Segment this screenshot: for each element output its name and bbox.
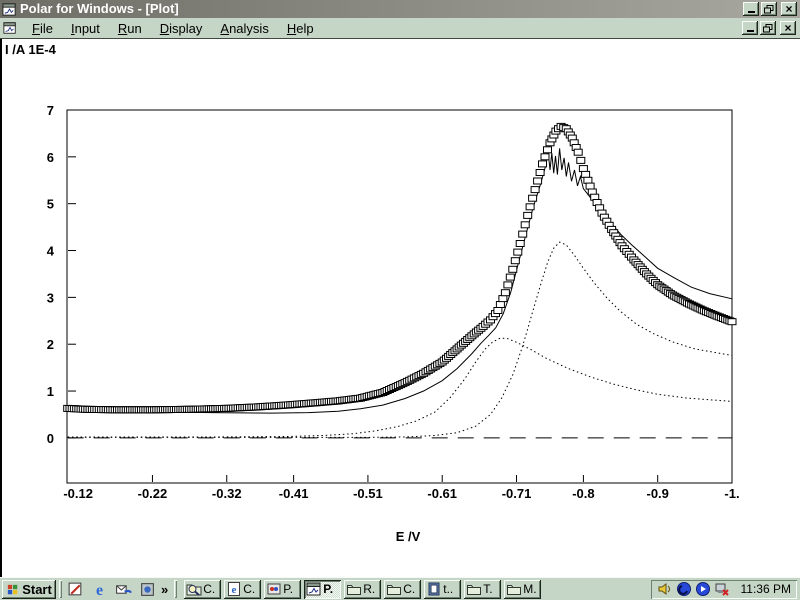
y-tick-label: 0 <box>47 431 54 446</box>
document-minimize-button[interactable] <box>742 21 758 35</box>
task-button-label: C. <box>403 582 415 596</box>
x-tick-label: -1. <box>724 486 739 501</box>
quick-launch-bar: e <box>67 581 156 598</box>
menu-bar: FileInputRunDisplayAnalysisHelp × <box>0 18 800 39</box>
internet-explorer-icon[interactable]: e <box>91 581 108 598</box>
y-tick-label: 1 <box>47 384 54 399</box>
y-tick-label: 2 <box>47 337 54 352</box>
x-tick-label: -0.22 <box>138 486 168 501</box>
series-experimental-points <box>64 123 736 412</box>
media-app-icon[interactable] <box>139 581 156 598</box>
volume-icon[interactable] <box>657 581 673 597</box>
restore-button[interactable] <box>761 2 777 16</box>
y-tick-label: 6 <box>47 150 54 165</box>
taskbar-grip[interactable] <box>59 580 62 598</box>
document-restore-button[interactable] <box>760 21 776 35</box>
task-button-1[interactable]: C. <box>184 580 221 599</box>
system-tray: 11:36 PM <box>651 580 797 599</box>
player-app-1-icon[interactable] <box>676 581 692 597</box>
tray-icons <box>657 581 733 597</box>
y-tick-label: 7 <box>47 103 54 118</box>
task-button-7[interactable]: t.. <box>424 580 461 599</box>
menu-item-display[interactable]: Display <box>151 19 212 38</box>
task-button-4[interactable]: P. <box>304 580 341 599</box>
task-button-label: T. <box>483 582 492 596</box>
menu-item-file[interactable]: File <box>23 19 62 38</box>
y-tick-label: 5 <box>47 197 54 212</box>
task-button-label: C. <box>203 582 215 596</box>
polar-app-icon <box>306 581 322 597</box>
x-axis-label: E /V <box>368 529 448 544</box>
show-desktop-icon[interactable] <box>67 581 84 598</box>
menu-item-run[interactable]: Run <box>109 19 151 38</box>
y-tick-label: 4 <box>47 244 55 259</box>
taskbar: Start e » C. e C. P. P. R. C. t.. T. M. 11:36 PM <box>0 577 800 600</box>
paint-app-icon <box>266 581 282 597</box>
menu-item-help[interactable]: Help <box>278 19 323 38</box>
document-close-button[interactable]: × <box>780 21 796 35</box>
task-button-label: P. <box>283 582 293 596</box>
task-button-label: t.. <box>443 582 453 596</box>
x-tick-label: -0.9 <box>646 486 668 501</box>
y-axis-unit-label: I /A 1E-4 <box>5 42 56 57</box>
x-tick-label: -0.71 <box>502 486 532 501</box>
folder-icon <box>506 581 522 597</box>
task-button-6[interactable]: C. <box>384 580 421 599</box>
x-tick-label: -0.32 <box>212 486 242 501</box>
task-button-2[interactable]: e C. <box>224 580 261 599</box>
search-folder-icon <box>186 581 202 597</box>
task-button-label: C. <box>243 582 255 596</box>
ie-document-icon: e <box>226 581 242 597</box>
svg-text:e: e <box>232 584 237 596</box>
series-fitted-curve <box>68 148 732 413</box>
x-tick-label: -0.12 <box>63 486 93 501</box>
close-button[interactable]: × <box>781 2 797 16</box>
menu-item-input[interactable]: Input <box>62 19 109 38</box>
task-button-label: P. <box>323 582 333 596</box>
folder-icon <box>386 581 402 597</box>
document-window-controls: × <box>740 21 796 35</box>
minimize-icon <box>748 11 755 13</box>
document-menu-icon[interactable] <box>3 21 17 35</box>
task-button-label: R. <box>363 582 375 596</box>
plot-client-area: 0 1 2 3 4 5 6 7 -0.12 -0.22 -0.32 -0.41 -0.51 -0.61 -0… <box>0 39 800 577</box>
task-button-label: M. <box>523 582 536 596</box>
player-app-2-icon[interactable] <box>695 581 711 597</box>
y-tick-label: 3 <box>47 290 54 305</box>
plot-frame <box>67 110 732 483</box>
svg-text:e: e <box>96 581 103 597</box>
network-error-icon[interactable] <box>714 581 730 597</box>
taskbar-clock: 11:36 PM <box>741 582 791 596</box>
start-button[interactable]: Start <box>2 580 56 599</box>
task-button-9[interactable]: M. <box>504 580 541 599</box>
title-bar: Polar for Windows - [Plot] × <box>0 0 800 18</box>
task-button-strip: C. e C. P. P. R. C. t.. T. M. <box>184 580 541 599</box>
x-tick-label: -0.51 <box>353 486 383 501</box>
window-controls: × <box>741 2 797 16</box>
menu-item-analysis[interactable]: Analysis <box>211 19 277 38</box>
taskbar-grip[interactable] <box>174 580 177 598</box>
plot-canvas: 0 1 2 3 4 5 6 7 -0.12 -0.22 -0.32 -0.41 -0.51 -0.61 -0… <box>0 39 800 577</box>
task-button-5[interactable]: R. <box>344 580 381 599</box>
folder-icon <box>466 581 482 597</box>
task-button-3[interactable]: P. <box>264 580 301 599</box>
quick-launch-overflow-chevron[interactable]: » <box>158 582 171 597</box>
x-tick-label: -0.41 <box>279 486 309 501</box>
windows-flag-icon <box>6 583 20 595</box>
notepad-icon <box>426 581 442 597</box>
minimize-icon <box>747 30 754 32</box>
x-tick-label: -0.61 <box>427 486 457 501</box>
polar-app-icon <box>2 2 17 17</box>
window-title: Polar for Windows - [Plot] <box>20 0 179 18</box>
restore-icon <box>764 5 774 14</box>
outlook-express-icon[interactable] <box>115 581 132 598</box>
x-tick-label: -0.8 <box>572 486 594 501</box>
minimize-button[interactable] <box>743 2 759 16</box>
start-label: Start <box>22 582 52 597</box>
restore-icon <box>763 24 773 33</box>
menu-items: FileInputRunDisplayAnalysisHelp <box>23 19 323 38</box>
task-button-8[interactable]: T. <box>464 580 501 599</box>
folder-icon <box>346 581 362 597</box>
